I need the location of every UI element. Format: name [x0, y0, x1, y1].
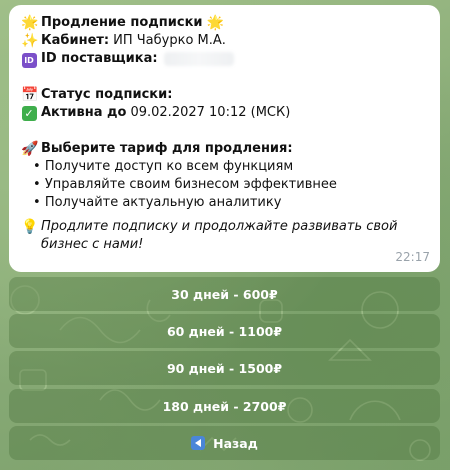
supplier-id-redacted	[163, 52, 234, 66]
status-active-line: ✓ Активна до 09.02.2027 10:12 (МСК)	[21, 104, 428, 122]
list-item: • Получите доступ ко всем функциям	[33, 159, 294, 174]
list-item: • Управляйте своим бизнесом эффективнее	[33, 177, 337, 192]
bullet-text: Получайте актуальную аналитику	[44, 195, 282, 210]
cabinet-line: ✨ Кабинет: ИП Чабурко М.А.	[21, 32, 428, 50]
button-label: 60 дней - 1100₽	[166, 323, 283, 339]
tariff-30-days-button[interactable]: 30 дней - 600₽	[9, 277, 440, 311]
cabinet-value: ИП Чабурко М.А.	[113, 33, 226, 48]
id-symbol-icon: ID	[21, 50, 37, 68]
status-active: Активна до	[41, 105, 127, 120]
back-button[interactable]: Назад	[9, 426, 440, 460]
promo-text: Продлите подписку и продолжайте развиват…	[41, 219, 398, 252]
check-mark-icon: ✓	[21, 104, 37, 122]
tariff-90-days-button[interactable]: 90 дней - 1500₽	[9, 351, 440, 385]
glowing-star-icon: 🌟	[206, 15, 224, 31]
list-item: • Получайте актуальную аналитику	[33, 195, 282, 210]
tariff-60-days-button[interactable]: 60 дней - 1100₽	[9, 314, 440, 348]
supplier-id-label: ID поставщика:	[41, 51, 158, 66]
message-bubble: 🌟 Продление подписки 🌟 ✨ Кабинет: ИП Чаб…	[9, 5, 440, 272]
rocket-icon: 🚀	[21, 141, 39, 157]
message-time: 22:17	[395, 250, 430, 264]
back-arrow-icon	[191, 436, 206, 450]
light-bulb-icon: 💡	[21, 219, 39, 235]
cabinet-label: Кабинет:	[41, 33, 110, 48]
tariff-header: Выберите тариф для продления:	[41, 141, 293, 156]
bullet-text: Управляйте своим бизнесом эффективнее	[44, 177, 337, 192]
tariff-180-days-button[interactable]: 180 дней - 2700₽	[9, 389, 440, 423]
status-until: 09.02.2027 10:12 (МСК)	[130, 105, 291, 120]
status-line: 📅 Статус подписки:	[21, 86, 428, 104]
glowing-star-icon: 🌟	[21, 15, 39, 31]
sparkles-icon: ✨	[21, 33, 39, 49]
supplier-id-line: ID ID поставщика:	[21, 50, 428, 68]
tariff-header-line: 🚀 Выберите тариф для продления:	[21, 140, 428, 158]
promo-line: 💡 Продлите подписку и продолжайте развив…	[21, 218, 428, 254]
calendar-icon: 📅	[21, 87, 39, 103]
button-label: 180 дней - 2700₽	[162, 398, 287, 414]
bullet-text: Получите доступ ко всем функциям	[44, 159, 294, 174]
button-label: 30 дней - 600₽	[171, 286, 278, 302]
status-label: Статус подписки:	[41, 87, 173, 102]
back-label: Назад	[213, 435, 258, 451]
button-label: 90 дней - 1500₽	[166, 360, 283, 376]
message-title: Продление подписки	[41, 15, 203, 30]
title-line: 🌟 Продление подписки 🌟	[21, 14, 428, 32]
